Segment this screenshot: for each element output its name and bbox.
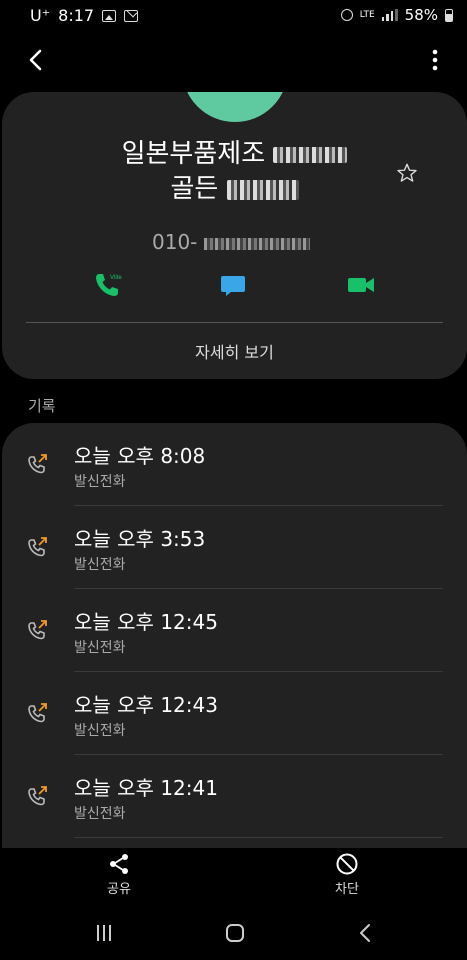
carrier-label: U⁺ [30,6,51,25]
back-button[interactable] [22,46,50,74]
call-log-item[interactable]: 오늘 오후 12:43 발신전화 [2,672,467,755]
view-details-button[interactable]: 자세히 보기 [2,339,467,363]
contact-name-text: 일본부품제조 [121,139,266,169]
call-time: 오늘 오후 12:41 [74,776,218,800]
favorite-star-icon[interactable] [396,162,418,184]
row-divider [74,837,443,838]
call-type: 발신전화 [74,557,126,573]
share-button[interactable]: 공유 [89,852,149,897]
avatar [182,92,288,122]
call-type: 발신전화 [74,474,126,490]
call-button[interactable]: Vlite [92,270,122,300]
bottom-action-bar: 공유 차단 [0,848,467,906]
call-time: 오늘 오후 3:53 [74,527,206,551]
divider [26,322,443,323]
video-call-button[interactable] [346,270,376,300]
message-button[interactable] [218,270,248,300]
block-icon [336,853,358,875]
outgoing-call-icon [28,537,47,557]
call-log-item[interactable]: 오늘 오후 12:45 발신전화 [2,589,467,672]
system-navigation-bar [0,906,467,960]
block-button[interactable]: 차단 [317,852,377,897]
recent-apps-button[interactable] [90,920,118,946]
system-back-button[interactable] [352,920,380,946]
gallery-icon [102,9,117,22]
call-log-item[interactable]: 오늘 오후 12:41 발신전화 [2,755,467,838]
outgoing-call-icon [28,454,47,474]
outgoing-call-icon [28,786,47,806]
call-log-item[interactable]: 오늘 오후 8:08 발신전화 [2,423,467,506]
log-section-label: 기록 [28,397,56,415]
call-time: 오늘 오후 12:43 [74,693,218,717]
share-label: 공유 [107,882,131,897]
call-type: 발신전화 [74,640,126,656]
signal-icon [381,9,398,21]
battery-percent: 58% [404,6,438,24]
home-button[interactable] [221,920,249,946]
call-type: 발신전화 [74,806,126,822]
outgoing-call-icon [28,703,47,723]
phone-prefix: 010- [152,230,198,254]
alarm-icon [340,9,353,21]
redacted-text-2 [226,179,299,200]
call-log-item[interactable]: 오늘 오후 3:53 발신전화 [2,506,467,589]
contact-name-text-2: 골든 [170,174,219,204]
phone-number: 010- [152,230,310,254]
redacted-text [273,146,348,163]
network-type: LTE [359,9,375,20]
mail-icon [124,9,139,22]
call-log-list: 오늘 오후 8:08 발신전화 오늘 오후 3:53 발신전화 오늘 오후 12… [2,423,467,848]
status-bar: U⁺ 8:17 LTE 58% [0,0,467,30]
outgoing-call-icon [28,620,47,640]
clock: 8:17 [58,6,95,25]
more-options-button[interactable] [425,46,445,74]
battery-icon [445,8,453,22]
top-app-bar [0,30,467,90]
call-type: 발신전화 [74,723,126,739]
share-icon [110,854,128,874]
call-time: 오늘 오후 12:45 [74,610,218,634]
svg-text:Vlite: Vlite [110,275,122,281]
block-label: 차단 [335,882,359,897]
contact-card: 일본부품제조 골든 010- Vlite 자세히 보기 [2,92,467,379]
call-time: 오늘 오후 8:08 [74,444,206,468]
redacted-phone [203,237,310,250]
